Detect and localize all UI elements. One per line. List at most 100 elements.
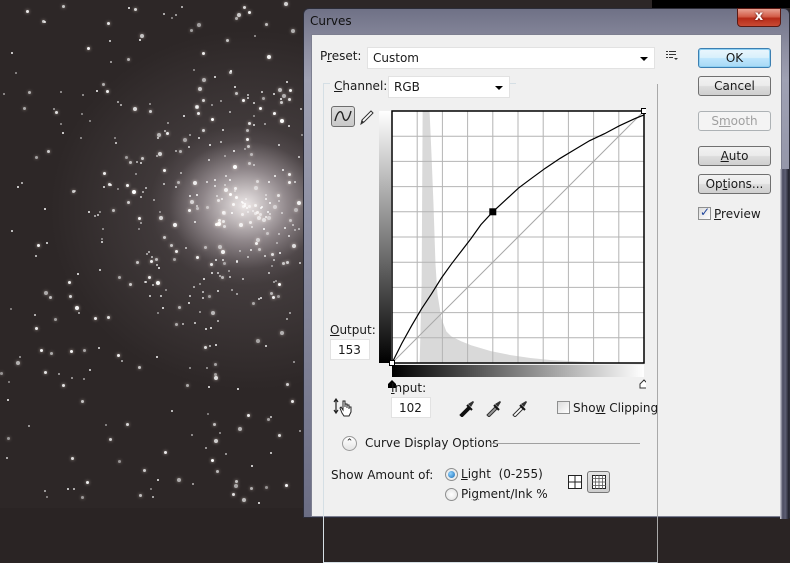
preview-checkbox[interactable] (698, 205, 711, 220)
star (138, 493, 142, 497)
star (297, 200, 302, 205)
star (234, 189, 237, 192)
star (175, 186, 178, 189)
options-button[interactable]: Options... (698, 174, 771, 194)
star (142, 468, 146, 472)
pigment-ink-radio-label[interactable]: Pigment/Ink % (461, 487, 548, 501)
star (288, 234, 291, 237)
star (235, 195, 239, 199)
star (195, 105, 198, 108)
star (158, 215, 163, 220)
star (141, 157, 145, 161)
star (207, 385, 210, 388)
show-clipping-label[interactable]: Show Clipping (573, 401, 658, 415)
star (223, 183, 226, 186)
curves-chart-svg[interactable] (376, 105, 649, 395)
star (149, 109, 153, 113)
star (272, 259, 275, 262)
star (166, 121, 169, 124)
pigment-ink-radio[interactable] (445, 488, 458, 501)
show-clipping-checkbox[interactable] (557, 401, 570, 414)
star (114, 137, 117, 140)
star (126, 184, 130, 188)
curve-display-options-toggle[interactable]: ⌃ (342, 436, 357, 451)
star (88, 119, 91, 122)
star (139, 222, 142, 225)
chevron-down-icon (640, 57, 648, 61)
star (252, 302, 255, 306)
simple-grid-icon[interactable] (568, 475, 582, 489)
window-right-border (780, 169, 789, 519)
star (274, 174, 277, 177)
star (247, 94, 250, 97)
detailed-grid-button[interactable] (587, 471, 610, 493)
star (70, 456, 74, 460)
star (211, 310, 216, 315)
star (128, 161, 132, 165)
channel-label: Channel: (330, 79, 392, 93)
curve-point-tool-button[interactable] (331, 106, 355, 127)
star (288, 125, 291, 128)
star (250, 226, 253, 229)
preview-label[interactable]: Preview (714, 207, 761, 221)
star (2, 93, 5, 96)
star (228, 269, 231, 272)
star (276, 242, 279, 245)
section-divider (490, 443, 640, 444)
star (203, 278, 206, 281)
star (265, 344, 268, 347)
star (237, 12, 242, 17)
star (183, 138, 187, 142)
star (44, 290, 49, 295)
light-radio[interactable] (445, 468, 458, 481)
star (233, 85, 236, 88)
star (253, 203, 257, 207)
star (61, 131, 64, 134)
light-radio-label[interactable]: Light (0-255) (461, 467, 543, 481)
star (267, 216, 272, 220)
star (281, 93, 286, 98)
input-field[interactable]: 102 (391, 397, 431, 418)
star (101, 238, 104, 241)
title-bar[interactable]: Curves x (304, 8, 789, 35)
star (196, 194, 199, 197)
star (25, 10, 29, 14)
input-gradient-bar (392, 365, 644, 377)
cancel-button[interactable]: Cancel (698, 76, 771, 96)
auto-button[interactable]: Auto (698, 146, 771, 166)
curves-graph[interactable] (376, 105, 649, 395)
star (81, 399, 85, 403)
close-button[interactable]: x (737, 8, 781, 27)
gray-point-eyedropper-icon[interactable] (485, 399, 503, 417)
star (211, 272, 214, 275)
star (103, 171, 107, 175)
star (132, 107, 137, 112)
channel-dropdown[interactable]: RGB (388, 76, 510, 98)
star (280, 118, 285, 123)
star (229, 110, 232, 113)
star (175, 250, 179, 254)
preset-dropdown[interactable]: Custom (367, 47, 655, 69)
star (297, 156, 300, 159)
star (208, 158, 211, 161)
star (220, 141, 223, 144)
star (126, 422, 130, 426)
curve-display-options-label: Curve Display Options (365, 436, 499, 450)
star (269, 202, 272, 205)
ok-button[interactable]: OK (698, 48, 771, 68)
targeted-adjustment-hand-icon[interactable] (333, 398, 355, 418)
smooth-button[interactable]: Smooth (698, 111, 771, 131)
star (83, 378, 86, 381)
star (101, 241, 104, 244)
star (217, 198, 221, 202)
star (81, 93, 84, 96)
star (115, 142, 118, 145)
pencil-icon[interactable] (359, 108, 375, 126)
preset-options-icon[interactable] (666, 50, 678, 62)
star (279, 331, 284, 336)
input-label: Input: (391, 381, 427, 395)
star (206, 413, 209, 416)
white-point-eyedropper-icon[interactable] (511, 399, 529, 417)
output-field[interactable]: 153 (330, 339, 370, 360)
black-point-eyedropper-icon[interactable] (458, 399, 476, 417)
